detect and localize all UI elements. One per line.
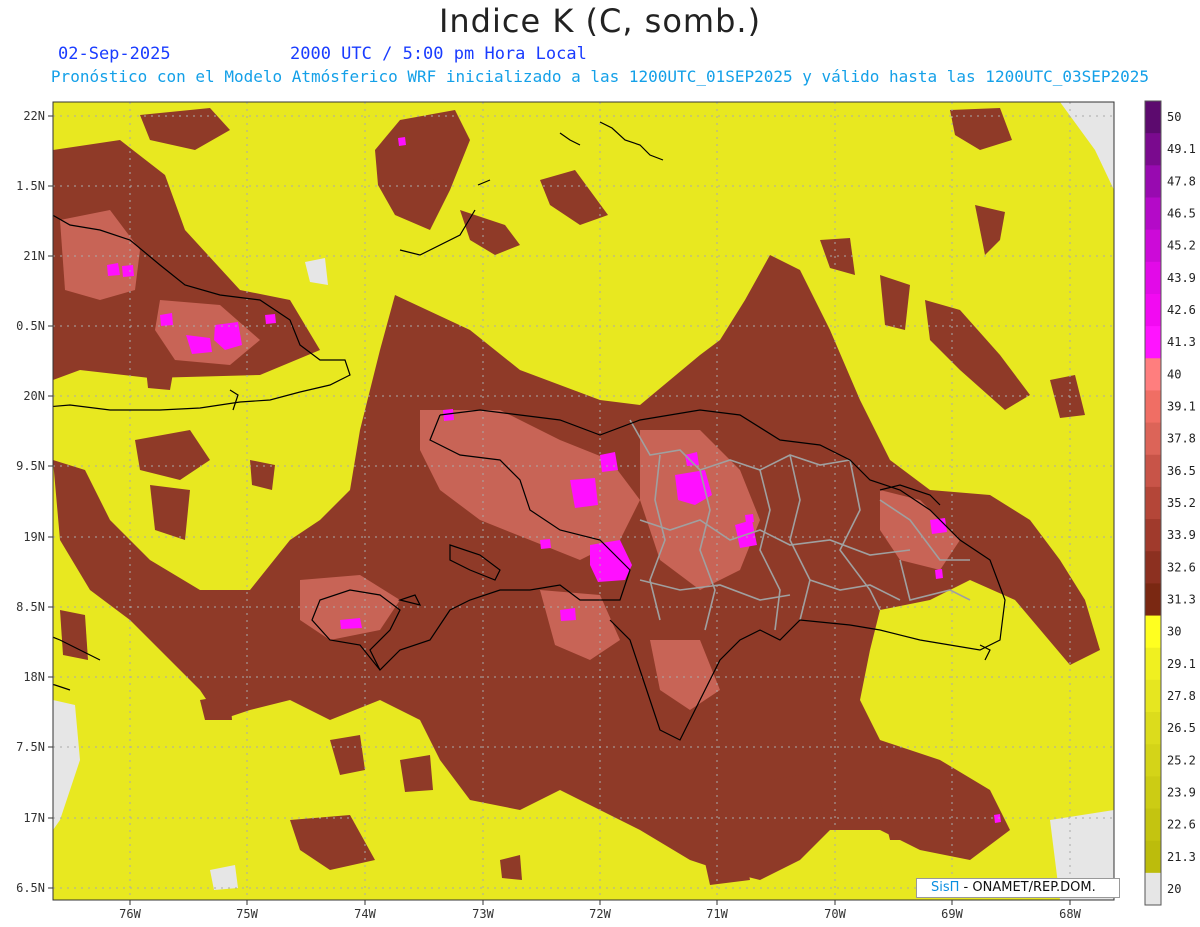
colorbar-swatch: [1145, 808, 1161, 842]
lon-label: 73W: [472, 907, 494, 921]
colorbar-swatch: [1145, 229, 1161, 263]
colorbar-swatch: [1145, 390, 1161, 424]
lat-label: 20N: [23, 389, 45, 403]
colorbar-swatch: [1145, 293, 1161, 327]
colorbar-label: 25.2: [1167, 753, 1196, 767]
lat-label: 18N: [23, 670, 45, 684]
colorbar-swatch: [1145, 679, 1161, 713]
colorbar-label: 36.5: [1167, 464, 1196, 478]
colorbar-label: 42.6: [1167, 303, 1196, 317]
colorbar-label: 50: [1167, 110, 1181, 124]
lon-label: 76W: [119, 907, 141, 921]
colorbar-label: 33.9: [1167, 528, 1196, 542]
lat-label: 19N: [23, 530, 45, 544]
colorbar-swatch: [1145, 519, 1161, 552]
colorbar-swatch: [1145, 840, 1161, 874]
colorbar-swatch: [1145, 358, 1161, 391]
colorbar-swatch: [1145, 326, 1161, 359]
colorbar-label: 49.1: [1167, 142, 1196, 156]
lat-label: 9.5N: [16, 459, 45, 473]
lat-label: 8.5N: [16, 600, 45, 614]
lat-label: 0.5N: [16, 319, 45, 333]
colorbar-label: 41.3: [1167, 335, 1196, 349]
colorbar-swatch: [1145, 583, 1161, 617]
colorbar-label: 27.8: [1167, 689, 1196, 703]
colorbar-label: 35.2: [1167, 496, 1196, 510]
colorbar-swatch: [1145, 101, 1161, 134]
colorbar-swatch: [1145, 165, 1161, 198]
lon-label: 71W: [706, 907, 728, 921]
colorbar-swatch: [1145, 776, 1161, 810]
colorbar-label: 32.6: [1167, 560, 1196, 574]
colorbar-label: 47.8: [1167, 174, 1196, 188]
colorbar-label: 22.6: [1167, 818, 1196, 832]
colorbar-swatch: [1145, 486, 1161, 520]
colorbar-swatch: [1145, 197, 1161, 231]
colorbar-label: 20: [1167, 882, 1181, 896]
colorbar-label: 39.1: [1167, 400, 1196, 414]
colorbar-label: 30: [1167, 625, 1181, 639]
colorbar-label: 23.9: [1167, 785, 1196, 799]
lon-label: 75W: [236, 907, 258, 921]
colorbar-label: 40: [1167, 367, 1181, 381]
colorbar-swatch: [1145, 551, 1161, 584]
sistpi-logo: SisΠ: [931, 880, 960, 895]
colorbar-label: 26.5: [1167, 721, 1196, 735]
credit-text: - ONAMET/REP.DOM.: [959, 880, 1096, 895]
colorbar-swatch: [1145, 615, 1161, 649]
colorbar-swatch: [1145, 422, 1161, 456]
colorbar-label: 46.5: [1167, 207, 1196, 221]
colorbar-swatch: [1145, 133, 1161, 166]
lon-label: 72W: [589, 907, 611, 921]
colorbar-label: 43.9: [1167, 271, 1196, 285]
colorbar-label: 37.8: [1167, 432, 1196, 446]
colorbar: 50 49.1 47.8 46.5 45.2 43.9 42.6 41.3 40 39.1 37.8…: [1144, 100, 1196, 906]
lat-label: 22N: [23, 109, 45, 123]
colorbar-swatch: [1145, 261, 1161, 295]
colorbar-label: 45.2: [1167, 239, 1196, 253]
k-index-field: [53, 102, 1114, 900]
lat-label: 17N: [23, 811, 45, 825]
colorbar-swatch: [1145, 454, 1161, 488]
lat-label: 7.5N: [16, 740, 45, 754]
lon-label: 70W: [824, 907, 846, 921]
colorbar-label: 29.1: [1167, 657, 1196, 671]
colorbar-label: 31.3: [1167, 592, 1196, 606]
lat-label: 6.5N: [16, 881, 45, 895]
colorbar-swatch: [1145, 872, 1161, 906]
credit-box: SisΠ - ONAMET/REP.DOM.: [916, 878, 1120, 898]
colorbar-label: 21.3: [1167, 850, 1196, 864]
colorbar-swatch: [1145, 647, 1161, 681]
forecast-map: 22N 1.5N 21N 0.5N 20N 9.5N 19N 8.5N 18N …: [16, 100, 1196, 921]
colorbar-swatch: [1145, 744, 1161, 777]
lon-label: 68W: [1059, 907, 1081, 921]
lat-label: 1.5N: [16, 179, 45, 193]
lon-label: 69W: [941, 907, 963, 921]
colorbar-swatch: [1145, 712, 1161, 745]
lon-label: 74W: [354, 907, 376, 921]
lat-label: 21N: [23, 249, 45, 263]
